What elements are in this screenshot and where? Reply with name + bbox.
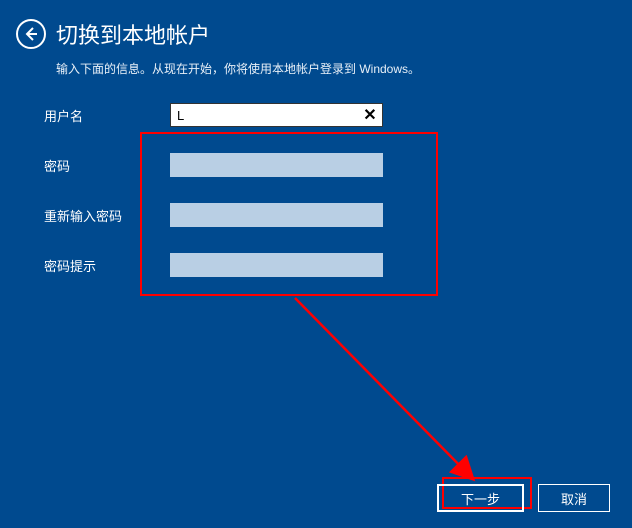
confirm-password-row: 重新输入密码 <box>44 203 632 227</box>
confirm-password-label: 重新输入密码 <box>44 206 170 225</box>
password-row: 密码 <box>44 153 632 177</box>
footer-buttons: 下一步 取消 <box>437 484 610 512</box>
clear-input-icon[interactable]: ✕ <box>361 106 379 124</box>
page-subtitle: 输入下面的信息。从现在开始，你将使用本地帐户登录到 Windows。 <box>0 56 632 77</box>
username-input[interactable] <box>170 103 383 127</box>
annotation-arrow-icon <box>290 296 490 496</box>
back-arrow-icon <box>23 26 39 42</box>
page-title: 切换到本地帐户 <box>56 18 210 50</box>
password-hint-label: 密码提示 <box>44 256 170 275</box>
cancel-button[interactable]: 取消 <box>538 484 610 512</box>
password-input[interactable] <box>170 153 383 177</box>
confirm-password-input[interactable] <box>170 203 383 227</box>
username-row: 用户名 ✕ <box>44 103 632 127</box>
account-form: 用户名 ✕ 密码 重新输入密码 密码提示 <box>0 77 632 277</box>
username-label: 用户名 <box>44 106 170 125</box>
next-button[interactable]: 下一步 <box>437 484 524 512</box>
password-hint-input[interactable] <box>170 253 383 277</box>
password-hint-row: 密码提示 <box>44 253 632 277</box>
password-label: 密码 <box>44 156 170 175</box>
back-button[interactable] <box>16 19 46 49</box>
